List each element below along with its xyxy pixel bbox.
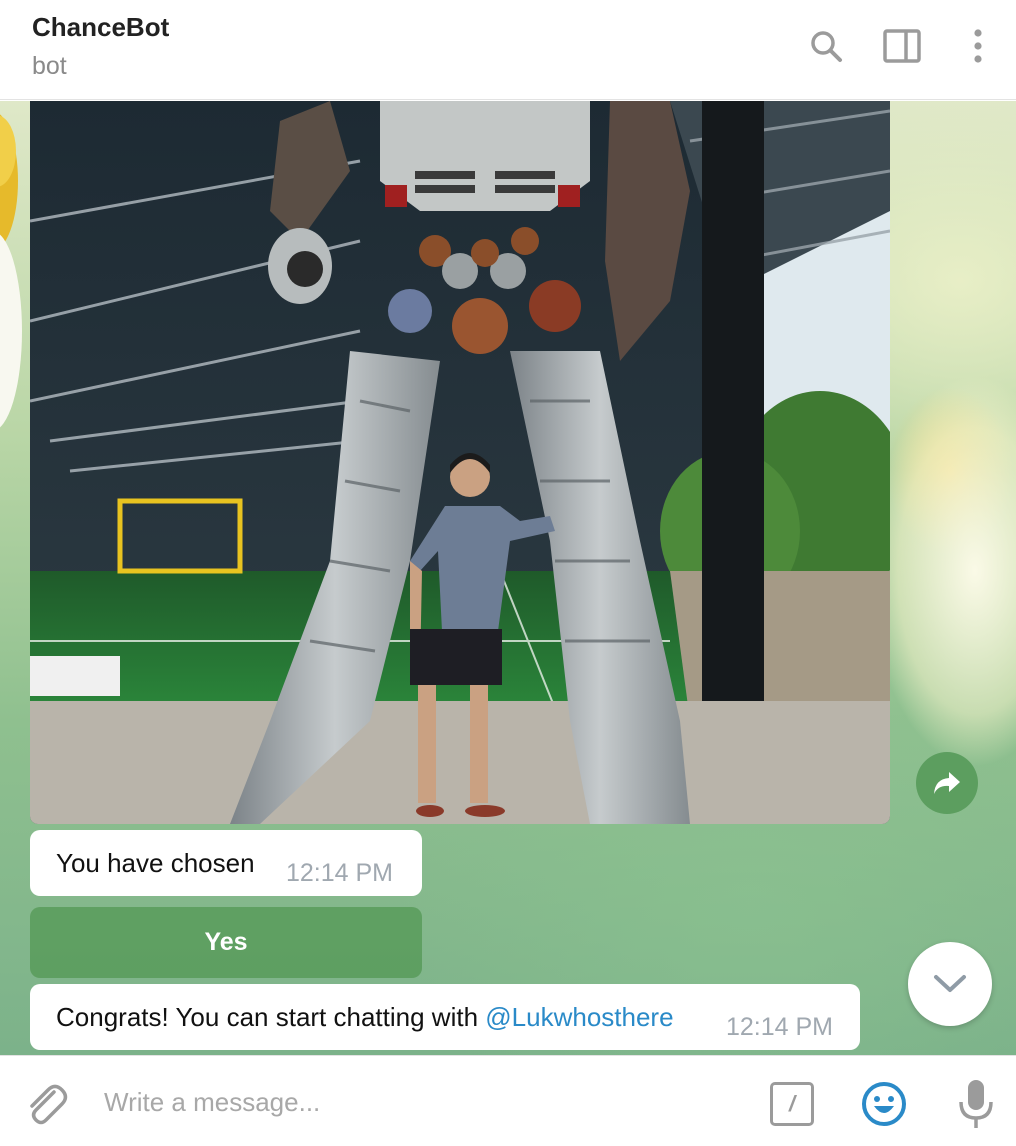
compose-bar: /: [0, 1055, 1016, 1146]
message-text-plain: Congrats! You can start chatting with: [56, 1002, 486, 1032]
microphone-icon[interactable]: [956, 1078, 996, 1130]
bot-commands-button[interactable]: /: [770, 1082, 814, 1126]
search-icon[interactable]: [806, 26, 846, 66]
robot-statue-photo: [30, 101, 890, 824]
more-vertical-icon[interactable]: [958, 26, 998, 66]
chat-title[interactable]: ChanceBot: [32, 12, 169, 43]
forward-button[interactable]: [916, 752, 978, 814]
forward-arrow-icon: [934, 772, 960, 794]
chevron-down-icon: [934, 975, 966, 992]
emoji-icon[interactable]: [860, 1080, 908, 1128]
mention-link[interactable]: @Lukwhosthere: [485, 1002, 673, 1032]
message-bubble[interactable]: Congrats! You can start chatting with @L…: [30, 984, 860, 1050]
slash-command-icon: /: [788, 1091, 796, 1116]
message-text: Congrats! You can start chatting with @L…: [56, 1002, 674, 1033]
chat-messages-area[interactable]: You have chosen 12:14 PM Yes Congrats! Y…: [0, 101, 1016, 1055]
message-text: You have chosen: [56, 848, 255, 878]
message-input[interactable]: [104, 1080, 744, 1124]
bot-inline-button-yes[interactable]: Yes: [30, 907, 422, 978]
message-bubble[interactable]: You have chosen 12:14 PM: [30, 830, 422, 896]
chat-subtitle: bot: [32, 52, 67, 80]
bot-inline-button-label: Yes: [204, 928, 248, 956]
background-flower: [0, 114, 22, 428]
attach-icon[interactable]: [20, 1078, 70, 1128]
message-time: 12:14 PM: [286, 859, 394, 887]
sidebar-toggle-icon[interactable]: [882, 26, 922, 66]
photo-message[interactable]: [30, 101, 890, 824]
scroll-to-bottom-button[interactable]: [908, 942, 992, 1026]
message-time: 12:14 PM: [726, 1013, 834, 1041]
chat-header: ChanceBot bot: [0, 0, 1016, 100]
